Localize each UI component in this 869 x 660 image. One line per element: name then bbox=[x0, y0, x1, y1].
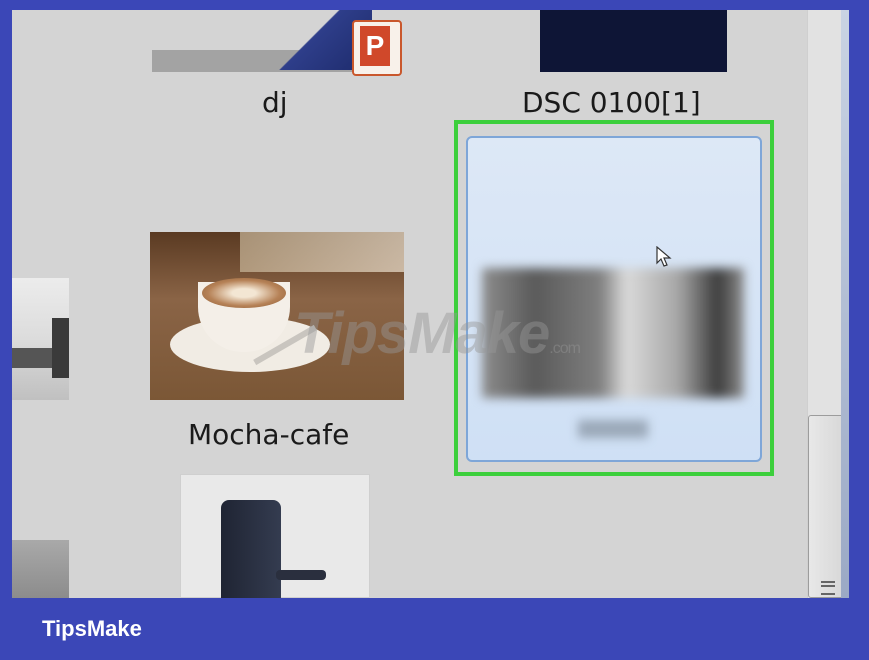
window-edge bbox=[841, 10, 849, 598]
mouse-cursor-icon bbox=[656, 246, 672, 267]
file-thumbnail-chair[interactable] bbox=[180, 474, 370, 598]
file-thumbnail-partial-2[interactable] bbox=[12, 540, 69, 598]
left-frame bbox=[0, 0, 12, 598]
file-label-mocha-cafe[interactable]: Mocha-cafe bbox=[188, 418, 349, 451]
watermark: TipsMake.com bbox=[294, 300, 581, 367]
file-label-dsc[interactable]: DSC 0100[1] bbox=[522, 86, 701, 119]
watermark-text: TipsMake bbox=[294, 301, 550, 366]
brand-label: TipsMake bbox=[42, 616, 142, 641]
file-thumbnail-dj[interactable]: P bbox=[152, 10, 407, 80]
file-label-dj[interactable]: dj bbox=[262, 86, 288, 119]
powerpoint-icon: P bbox=[352, 20, 402, 76]
footer-banner: TipsMake bbox=[0, 598, 869, 660]
photo-latte-art bbox=[202, 278, 286, 308]
photo-window bbox=[240, 232, 404, 272]
selected-file-item[interactable] bbox=[466, 136, 762, 462]
file-thumbnail-dsc[interactable] bbox=[540, 10, 727, 72]
scrollbar-grip-icon bbox=[821, 581, 835, 595]
file-explorer-view: P dj DSC 0100[1] Mocha-cafe TipsMake.com bbox=[12, 10, 849, 598]
partial-image-desk bbox=[12, 348, 52, 368]
partial-image-object bbox=[52, 318, 69, 378]
photo-chair-back bbox=[221, 500, 281, 598]
file-thumbnail-partial-1[interactable] bbox=[12, 278, 69, 400]
watermark-suffix: .com bbox=[549, 340, 581, 357]
powerpoint-badge: P bbox=[360, 26, 390, 66]
right-frame bbox=[849, 0, 869, 598]
top-frame bbox=[0, 0, 869, 10]
blurred-file-label bbox=[578, 420, 648, 438]
photo-chair-arm bbox=[276, 570, 326, 580]
